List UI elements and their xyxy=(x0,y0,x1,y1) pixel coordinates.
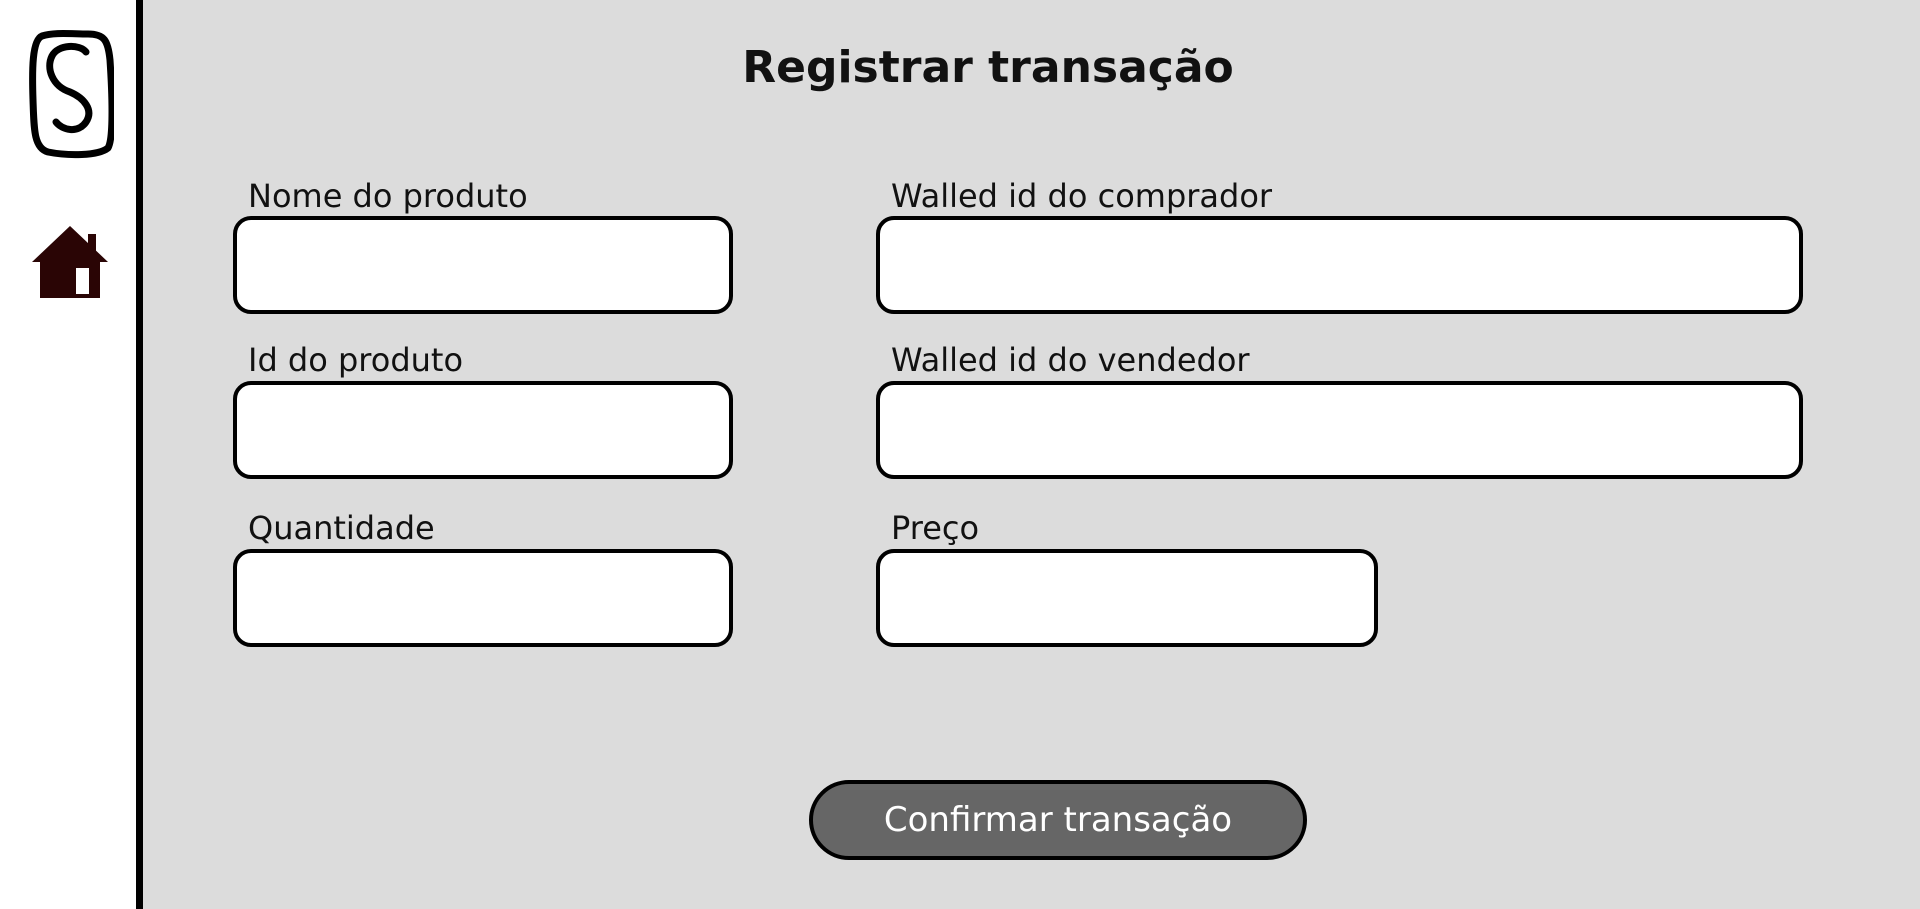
seller-wallet-label: Walled id do vendedor xyxy=(891,341,1250,379)
product-id-label: Id do produto xyxy=(248,341,464,379)
product-id-input[interactable] xyxy=(233,381,733,479)
page-title: Registrar transação xyxy=(742,42,1234,93)
quantity-input[interactable] xyxy=(233,549,733,647)
home-icon[interactable] xyxy=(32,224,108,300)
seller-wallet-input[interactable] xyxy=(876,381,1803,479)
product-name-input[interactable] xyxy=(233,216,733,314)
logo-icon xyxy=(29,30,114,159)
price-input[interactable] xyxy=(876,549,1378,647)
quantity-label: Quantidade xyxy=(248,509,435,547)
main-content: Registrar transação Nome do produto Id d… xyxy=(143,0,1920,909)
buyer-wallet-label: Walled id do comprador xyxy=(891,177,1273,215)
confirm-transaction-button[interactable]: Confirmar transação xyxy=(809,780,1307,860)
buyer-wallet-input[interactable] xyxy=(876,216,1803,314)
sidebar xyxy=(0,0,143,909)
price-label: Preço xyxy=(891,509,980,547)
product-name-label: Nome do produto xyxy=(248,177,528,215)
